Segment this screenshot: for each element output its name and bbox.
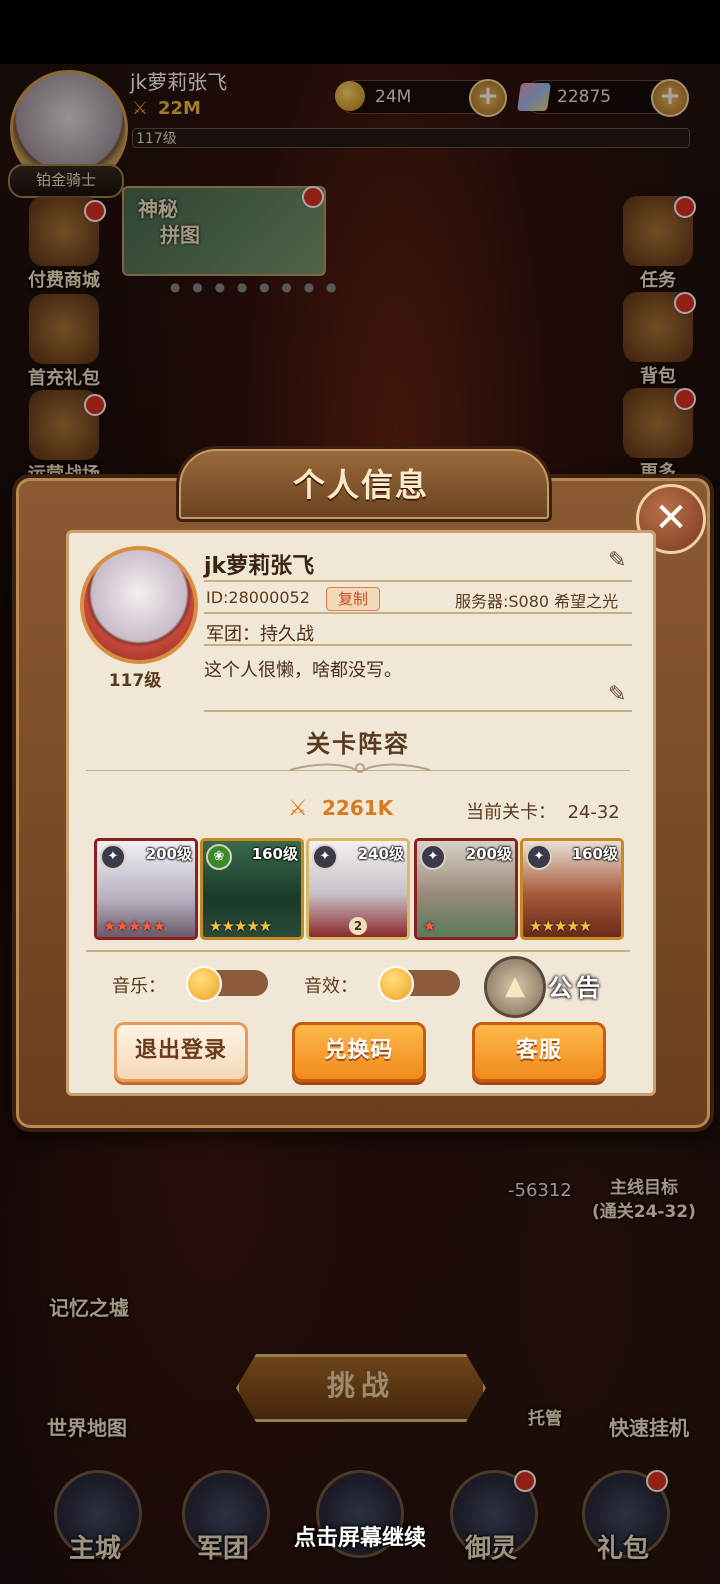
ornament-divider (290, 763, 430, 773)
notice-button[interactable]: 公告 (548, 968, 604, 1003)
profile-level: 117级 (108, 671, 162, 691)
faction-icon: ❀ (206, 844, 232, 870)
tap-to-continue-hint: 点击屏幕继续 (293, 1526, 426, 1551)
hero-card[interactable]: ❀ 160级 ★★★★★ (200, 838, 304, 940)
hero-level: 200级 (465, 845, 512, 863)
profile-name: jk萝莉张飞 (204, 554, 315, 579)
profile-avatar[interactable] (80, 546, 198, 664)
megaphone-icon[interactable]: ▲ (484, 956, 546, 1018)
dialog-title: 个人信息 (292, 466, 429, 504)
divider (204, 644, 632, 646)
close-icon: ✕ (654, 495, 688, 541)
divider (204, 580, 632, 582)
hero-card[interactable]: ✦ 200级 ★ (414, 838, 518, 940)
hero-rank-badge: 2 (349, 917, 367, 935)
guild-info: 军团：持久战 (206, 624, 314, 645)
sfx-label: 音效： (304, 976, 358, 997)
faction-icon: ✦ (100, 844, 126, 870)
hero-stars: ★ (423, 917, 436, 935)
signature-text: 这个人很懒，啥都没写。 (204, 660, 402, 681)
server-info: 服务器:S080 希望之光 (455, 592, 619, 611)
logout-button[interactable]: 退出登录 (114, 1022, 248, 1082)
hero-card[interactable]: ✦ 240级 2 (306, 838, 410, 940)
hero-level: 240级 (357, 845, 404, 863)
current-stage: 当前关卡： 24-32 (466, 798, 620, 824)
toggle-knob (186, 966, 222, 1002)
hero-stars: ★★★★★ (529, 917, 592, 935)
toggle-knob (378, 966, 414, 1002)
faction-icon: ✦ (312, 844, 338, 870)
hero-level: 160级 (251, 845, 298, 863)
edit-name-icon[interactable]: ✎ (608, 548, 626, 573)
lineup-power: 2261K (322, 796, 394, 820)
edit-signature-icon[interactable]: ✎ (608, 682, 626, 707)
customer-service-button[interactable]: 客服 (472, 1022, 606, 1082)
faction-icon: ✦ (420, 844, 446, 870)
stage-label: 当前关卡： (466, 802, 556, 823)
music-label: 音乐： (112, 976, 166, 997)
hero-stars: ★★★★★ (103, 917, 166, 935)
hero-stars: ★★★★★ (209, 917, 272, 935)
faction-icon: ✦ (526, 844, 552, 870)
hero-level: 200级 (145, 845, 192, 863)
divider (204, 612, 632, 614)
hero-card[interactable]: ✦ 200级 ★★★★★ (94, 838, 198, 940)
player-id: ID:28000052 (206, 588, 310, 607)
redeem-code-button[interactable]: 兑换码 (292, 1022, 426, 1082)
divider (86, 950, 630, 952)
copy-id-button[interactable]: 复制 (326, 587, 380, 611)
sfx-toggle[interactable] (378, 966, 460, 1002)
crossed-swords-icon: ⚔ (288, 796, 308, 821)
stage-value: 24-32 (567, 802, 620, 823)
hero-card[interactable]: ✦ 160级 ★★★★★ (520, 838, 624, 940)
hero-level: 160级 (571, 845, 618, 863)
lineup-title: 关卡阵容 (306, 730, 410, 758)
music-toggle[interactable] (186, 966, 268, 1002)
divider (204, 710, 632, 712)
